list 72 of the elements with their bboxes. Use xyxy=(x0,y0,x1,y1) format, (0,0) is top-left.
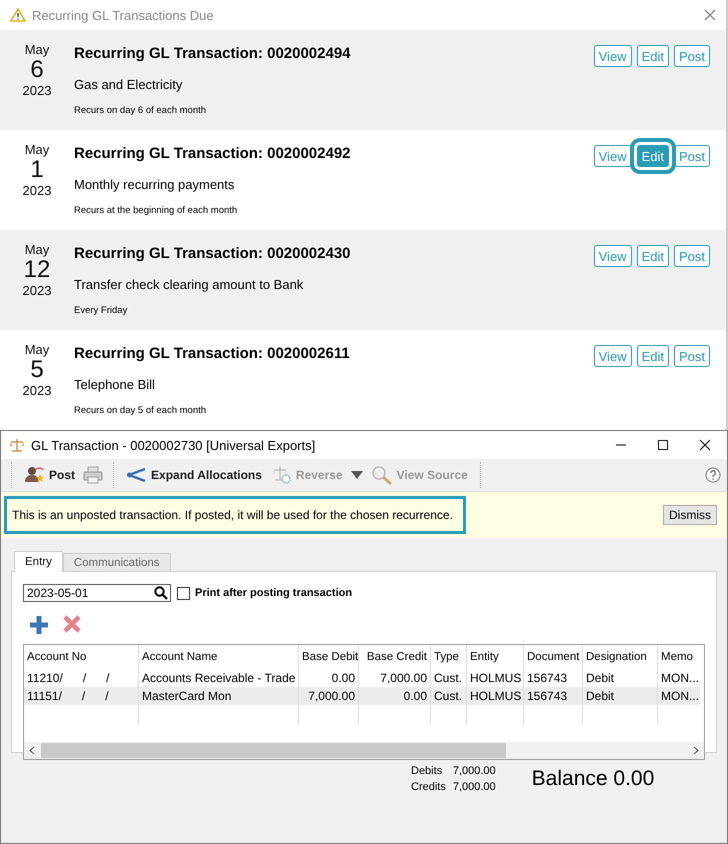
day-number: 1 xyxy=(30,157,44,183)
transaction-description: Gas and Electricity xyxy=(74,77,184,92)
scale-icon xyxy=(9,438,25,452)
horizontal-scrollbar[interactable] xyxy=(24,742,704,759)
year-label: 2023 xyxy=(22,283,52,298)
month-label: May xyxy=(24,42,50,57)
notice-message: This is an unposted transaction. If posted, it will be used for the chosen recurrence. xyxy=(4,496,466,534)
day-number: 6 xyxy=(30,57,44,83)
year-label: 2023 xyxy=(22,183,52,198)
table-cell: 156743 xyxy=(523,687,582,705)
transaction-title: Recurring GL Transaction: 0020002611 xyxy=(74,345,351,362)
month-label: May xyxy=(24,342,50,357)
plus-icon[interactable] xyxy=(28,614,50,636)
dialog-title: Recurring GL Transactions Due xyxy=(32,8,215,22)
recurrence-note: Recurs on day 6 of each month xyxy=(74,105,208,116)
date-field[interactable]: 2023-05-01 xyxy=(23,584,171,602)
window-title: GL Transaction - 0020002730 [Universal Exports] xyxy=(31,438,316,452)
post-button[interactable]: Post xyxy=(23,464,78,486)
credits-label: Credits xyxy=(411,781,446,793)
table-cell: MasterCard Mon xyxy=(138,687,298,705)
column-header[interactable]: Base Debit xyxy=(298,645,358,669)
delete-icon[interactable] xyxy=(62,614,82,634)
scale-clock-icon xyxy=(272,466,292,484)
balance-label: Balance 0.00 xyxy=(532,767,654,791)
column-header[interactable]: Designation xyxy=(582,645,657,669)
year-label: 2023 xyxy=(22,83,52,98)
table-cell: Debit xyxy=(582,687,657,705)
help-icon[interactable] xyxy=(705,467,721,483)
column-header[interactable]: Base Credit xyxy=(358,645,430,669)
person-star-icon xyxy=(25,466,45,484)
transaction-description: Telephone Bill xyxy=(74,377,156,392)
column-header[interactable]: Memo xyxy=(657,645,700,669)
tab[interactable]: Entry xyxy=(14,551,63,572)
table-cell: Cust. xyxy=(430,687,466,705)
transaction-description: Transfer check clearing amount to Bank xyxy=(74,277,304,292)
maximize-icon[interactable] xyxy=(657,439,669,451)
table-cell-text: 11210/ / / xyxy=(26,670,110,687)
transaction-title: Recurring GL Transaction: 0020002494 xyxy=(74,45,352,62)
column-header[interactable]: Entity xyxy=(466,645,523,669)
transaction-description: Monthly recurring payments xyxy=(74,177,236,192)
column-header[interactable]: Account Name xyxy=(138,645,298,669)
warning-icon xyxy=(10,8,26,22)
close-icon[interactable] xyxy=(699,439,711,451)
table-cell: HOLMUS xyxy=(466,687,523,705)
month-label: May xyxy=(24,242,50,257)
table-cell: 11151/ / / xyxy=(24,687,138,705)
expand-allocations-button[interactable]: Expand Allocations xyxy=(125,465,264,485)
table-cell: MON... xyxy=(657,687,700,705)
column-header[interactable]: Document xyxy=(523,645,582,669)
credits-value: 7,000.00 xyxy=(452,781,496,793)
recurrence-note: Recurs at the beginning of each month xyxy=(74,205,238,216)
recurrence-note: Recurs on day 5 of each month xyxy=(74,405,208,416)
transaction-title: Recurring GL Transaction: 0020002492 xyxy=(74,145,352,162)
year-label: 2023 xyxy=(22,383,52,398)
dismiss-button[interactable]: Dismiss xyxy=(663,505,717,525)
transaction-title: Recurring GL Transaction: 0020002430 xyxy=(74,245,352,262)
search-icon xyxy=(154,586,168,600)
print-checkbox[interactable]: Print after posting transaction xyxy=(177,586,352,600)
column-header[interactable]: Type xyxy=(430,645,466,669)
day-number: 12 xyxy=(24,257,50,283)
dropdown-icon[interactable] xyxy=(350,470,363,480)
tab[interactable]: Communications xyxy=(62,553,170,571)
recurrence-note: Every Friday xyxy=(74,305,128,316)
column-header[interactable]: Account No xyxy=(24,645,138,669)
table-cell: 0.00 xyxy=(358,687,430,705)
day-number: 5 xyxy=(30,357,44,383)
debits-label: Debits xyxy=(411,765,444,777)
share-arrows-icon xyxy=(127,467,148,483)
debits-value: 7,000.00 xyxy=(452,765,496,777)
month-label: May xyxy=(24,142,50,157)
magnifier-icon xyxy=(370,465,393,485)
table-cell: 7,000.00 xyxy=(298,687,358,705)
